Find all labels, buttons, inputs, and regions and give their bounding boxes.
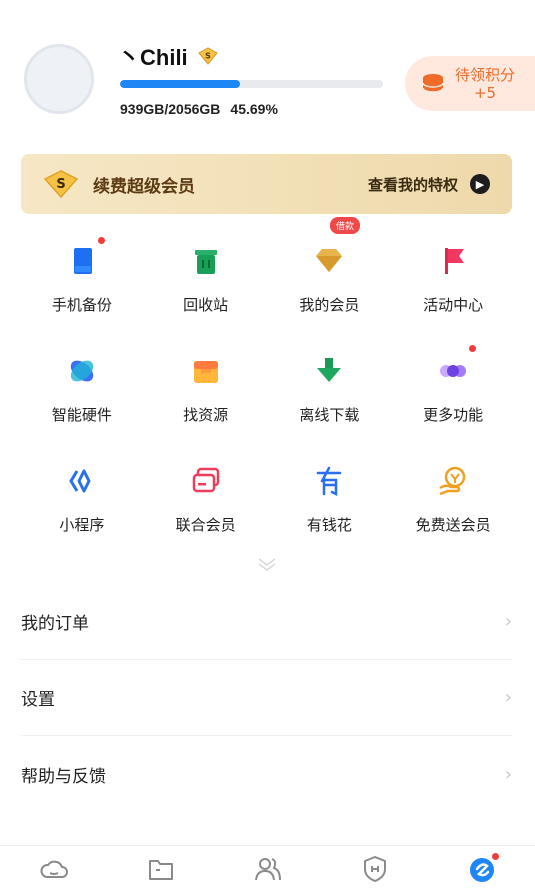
flag-icon	[445, 248, 465, 274]
chevron-right-icon: ›	[504, 611, 512, 632]
tab-files[interactable]	[141, 851, 181, 887]
find-resource-icon	[193, 361, 218, 383]
grid-item-my-membership[interactable]: 我的会员	[268, 232, 392, 342]
menu-item-help-feedback[interactable]: 帮助与反馈 ›	[21, 736, 512, 812]
grid-label: 联合会员	[175, 516, 236, 534]
grid-label: 手机备份	[51, 296, 112, 314]
grid-item-more-functions[interactable]: 更多功能	[391, 342, 515, 452]
loan-tag-badge: 借款	[330, 217, 361, 234]
menu-item-settings[interactable]: 设置 ›	[21, 660, 512, 736]
grid-label: 小程序	[59, 516, 105, 534]
notification-dot	[98, 237, 105, 244]
joint-member-icon	[192, 467, 219, 493]
notification-dot	[491, 852, 499, 860]
folder-icon	[148, 859, 173, 880]
notification-dot	[469, 345, 477, 352]
avatar[interactable]	[24, 44, 94, 114]
mini-program-icon	[69, 469, 91, 493]
pending-points-button[interactable]: 待领积分 +5	[405, 56, 535, 111]
chevron-right-icon: ›	[504, 763, 512, 785]
tab-contacts[interactable]	[248, 851, 288, 887]
username-text: 丶Chili	[118, 45, 188, 70]
points-label: 待领积分	[455, 65, 516, 84]
grid-label: 更多功能	[423, 406, 484, 424]
menu-item-label: 帮助与反馈	[21, 766, 106, 787]
loan-icon	[317, 466, 342, 497]
smart-hardware-icon	[70, 360, 94, 382]
chevron-right-icon: ›	[504, 687, 512, 708]
svg-text:S: S	[205, 52, 211, 61]
arrow-right-icon[interactable]: ▶	[470, 174, 490, 194]
menu-item-label: 我的订单	[21, 614, 89, 634]
username[interactable]: 丶Chili S	[118, 40, 220, 72]
grid-item-free-member[interactable]: 免费送会员	[391, 452, 515, 562]
shield-icon	[363, 855, 386, 882]
super-vip-badge-icon: S	[197, 47, 218, 65]
grid-item-smart-hardware[interactable]: 智能硬件	[20, 342, 144, 452]
renew-vip-banner[interactable]: S 续费超级会员 查看我的特权 ▶	[21, 154, 512, 214]
phone-backup-icon	[73, 248, 92, 274]
grid-label: 离线下载	[299, 406, 360, 424]
svg-text:S: S	[56, 177, 65, 192]
contacts-icon	[254, 857, 281, 880]
grid-label: 免费送会员	[415, 516, 491, 534]
feature-grid: 手机备份 回收站 我的会员 活动中心 智能硬件 找资源 离线下载 更多功能 小程…	[20, 232, 515, 562]
renew-vip-title: 续费超级会员	[93, 176, 195, 197]
menu-item-label: 设置	[21, 690, 55, 710]
grid-item-loan[interactable]: 有钱花	[268, 452, 392, 562]
grid-label: 回收站	[183, 296, 229, 314]
grid-item-recycle-bin[interactable]: 回收站	[144, 232, 268, 342]
grid-label: 有钱花	[306, 516, 352, 534]
points-value: +5	[473, 83, 497, 102]
diamond-icon	[316, 249, 343, 272]
super-vip-icon: S	[43, 170, 79, 199]
storage-info: 939GB/2056GB 45.69%	[120, 101, 278, 117]
grid-item-mini-program[interactable]: 小程序	[20, 452, 144, 562]
view-privileges-link[interactable]: 查看我的特权	[368, 174, 458, 195]
coin-stack-icon	[422, 73, 444, 93]
expand-chevron-icon[interactable]	[256, 556, 278, 572]
storage-used-text: 939GB/2056GB	[120, 101, 221, 117]
grid-item-offline-download[interactable]: 离线下载	[268, 342, 392, 452]
more-functions-icon	[440, 365, 467, 377]
free-member-icon	[439, 466, 466, 496]
grid-label: 智能硬件	[51, 406, 112, 424]
tab-safe-box[interactable]	[355, 851, 395, 887]
tab-home[interactable]	[34, 851, 74, 887]
grid-item-activity-center[interactable]: 活动中心	[391, 232, 515, 342]
grid-item-find-resource[interactable]: 找资源	[144, 342, 268, 452]
grid-item-joint-member[interactable]: 联合会员	[144, 452, 268, 562]
bottom-navigation	[0, 845, 535, 891]
grid-item-phone-backup[interactable]: 手机备份	[20, 232, 144, 342]
tab-profile[interactable]	[462, 851, 502, 887]
grid-label: 找资源	[183, 406, 229, 424]
storage-percent-text: 45.69%	[230, 101, 278, 117]
settings-menu: 我的订单 › 设置 › 帮助与反馈 ›	[21, 584, 512, 812]
storage-progress-fill	[120, 80, 241, 88]
recycle-bin-icon	[194, 250, 217, 274]
offline-download-icon	[317, 358, 342, 382]
cloud-icon	[40, 860, 68, 878]
grid-label: 活动中心	[423, 296, 484, 314]
storage-progress-bar	[120, 80, 383, 88]
menu-item-my-orders[interactable]: 我的订单 ›	[21, 584, 512, 660]
grid-label: 我的会员	[299, 296, 360, 314]
